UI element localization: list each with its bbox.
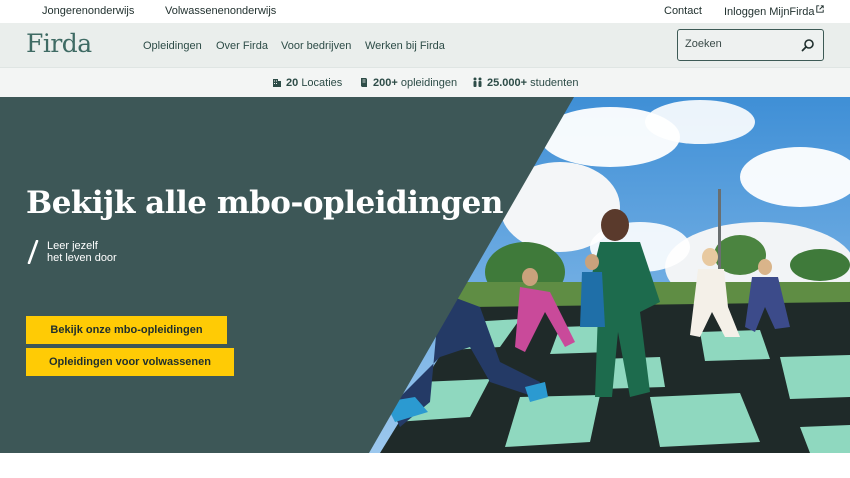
utility-bar: Jongerenonderwijs Volwassenenonderwijs C… [0,0,850,23]
stat-studenten-label: studenten [530,77,579,89]
cta-opleidingen-volwassenen[interactable]: Opleidingen voor volwassenen [26,348,234,376]
hero-banner: Bekijk alle mbo-opleidingen Leer jezelf … [0,97,850,453]
nav-werken-bij-firda[interactable]: Werken bij Firda [365,40,445,52]
people-icon [473,77,482,87]
firda-logo[interactable]: Firda [26,29,92,58]
book-icon [361,78,367,87]
stat-opleidingen-value: 200+ [373,77,398,89]
tagline-line-1: Leer jezelf [47,240,98,252]
link-jongerenonderwijs[interactable]: Jongerenonderwijs [42,5,134,17]
nav-opleidingen[interactable]: Opleidingen [143,40,202,52]
link-volwassenenonderwijs[interactable]: Volwassenenonderwijs [165,5,276,17]
stat-studenten: 25.000+ studenten [472,77,578,89]
external-link-icon [815,5,824,13]
building-icon [273,79,281,87]
link-login-mijnfirda[interactable]: Inloggen MijnFirda [724,5,824,18]
stat-locaties-value: 20 [286,77,299,89]
hero-green-panel [0,97,574,453]
nav-over-firda[interactable]: Over Firda [216,40,268,52]
search-box [677,29,824,61]
link-contact[interactable]: Contact [664,5,702,17]
stat-opleidingen: 200+ opleidingen [359,77,457,89]
hero-title: Bekijk alle mbo-opleidingen [26,185,503,221]
cta-bekijk-mbo-opleidingen[interactable]: Bekijk onze mbo-opleidingen [26,316,227,344]
stats-bar: 20 Locaties 200+ opleidingen 25.000+ stu… [0,67,850,97]
main-navigation: Firda Opleidingen Over Firda Voor bedrij… [0,23,850,67]
slash-icon [27,240,39,264]
search-input[interactable] [685,38,795,50]
search-icon[interactable] [801,38,815,52]
stat-locaties: 20 Locaties [272,77,342,89]
nav-voor-bedrijven[interactable]: Voor bedrijven [281,40,351,52]
stat-opleidingen-label: opleidingen [400,77,458,89]
login-label: Inloggen MijnFirda [724,6,815,18]
tagline-line-2: het leven door [47,252,117,264]
stat-locaties-label: Locaties [301,77,343,89]
stat-studenten-value: 25.000+ [487,77,528,89]
